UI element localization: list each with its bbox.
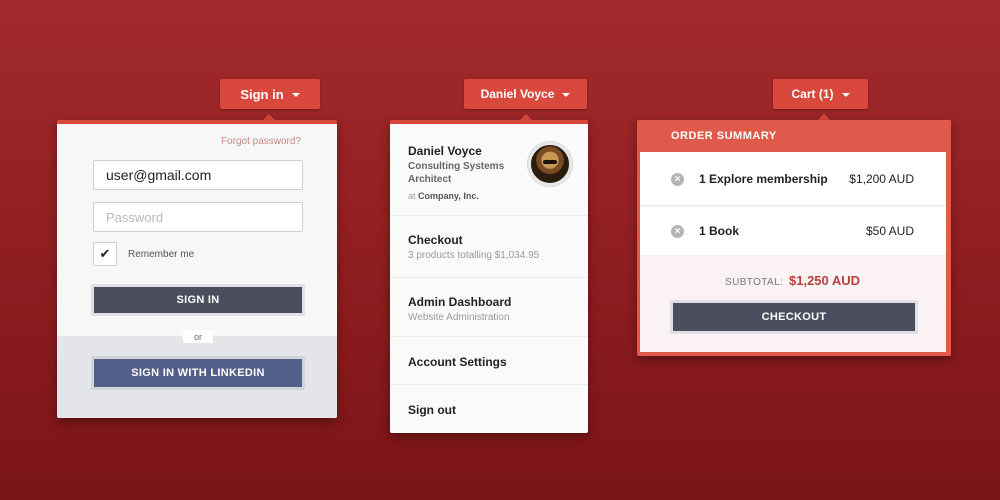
remember-me-label: Remember me bbox=[128, 249, 195, 260]
user-menu-trigger-button[interactable]: Daniel Voyce bbox=[464, 79, 587, 109]
remove-item-icon[interactable]: × bbox=[671, 173, 684, 186]
order-summary-heading: ORDER SUMMARY bbox=[671, 130, 777, 142]
menu-item-title: Checkout bbox=[408, 233, 463, 247]
profile-company: at Company, Inc. bbox=[408, 191, 588, 201]
menu-item-account-settings[interactable]: Account Settings bbox=[390, 337, 588, 385]
avatar[interactable] bbox=[528, 142, 572, 186]
menu-item-admin-dashboard[interactable]: Admin Dashboard Website Administration bbox=[390, 278, 588, 337]
caret-down-icon bbox=[291, 93, 300, 97]
cart-item-price: $50 AUD bbox=[865, 224, 914, 238]
cart-trigger-label: Cart (1) bbox=[791, 87, 834, 101]
company-name: Company, Inc. bbox=[418, 191, 479, 201]
checkmark-icon: ✔ bbox=[99, 246, 111, 261]
social-signin-area: SIGN IN WITH LINKEDIN bbox=[57, 336, 337, 418]
cart-item-name: 1 Book bbox=[699, 224, 740, 238]
remember-me-checkbox[interactable]: ✔ bbox=[93, 242, 117, 266]
menu-item-title: Account Settings bbox=[408, 355, 507, 369]
subtotal-value: $1,250 AUD bbox=[789, 273, 861, 288]
profile-header: Daniel Voyce Consulting Systems Architec… bbox=[390, 124, 588, 216]
user-dropdown-panel: Daniel Voyce Consulting Systems Architec… bbox=[390, 120, 588, 433]
menu-item-subtitle: Website Administration bbox=[408, 312, 510, 323]
remove-item-icon[interactable]: × bbox=[671, 225, 684, 238]
user-menu-trigger-label: Daniel Voyce bbox=[480, 87, 555, 101]
cart-item-price: $1,200 AUD bbox=[849, 172, 914, 186]
cart-trigger-button[interactable]: Cart (1) bbox=[773, 79, 868, 109]
signin-trigger-button[interactable]: Sign in bbox=[220, 79, 320, 109]
sign-in-button[interactable]: SIGN IN bbox=[91, 284, 305, 316]
cart-item: × 1 Explore membership $1,200 AUD bbox=[640, 152, 946, 206]
menu-item-subtitle: 3 products totalling $1,034.95 bbox=[408, 250, 540, 261]
cart-content: × 1 Explore membership $1,200 AUD × 1 Bo… bbox=[640, 152, 946, 352]
email-field[interactable] bbox=[93, 160, 303, 190]
caret-down-icon bbox=[562, 93, 571, 97]
menu-item-title: Sign out bbox=[408, 403, 456, 417]
company-prefix: at bbox=[408, 191, 419, 201]
signin-trigger-label: Sign in bbox=[240, 86, 284, 102]
cart-item: × 1 Book $50 AUD bbox=[640, 207, 946, 256]
signin-form-area: Forgot password? ✔ Remember me SIGN IN bbox=[57, 124, 337, 336]
menu-item-sign-out[interactable]: Sign out bbox=[390, 385, 588, 433]
password-field[interactable] bbox=[93, 202, 303, 232]
menu-item-title: Admin Dashboard bbox=[408, 295, 512, 309]
forgot-password-link[interactable]: Forgot password? bbox=[221, 136, 301, 147]
cart-dropdown-panel: ORDER SUMMARY × 1 Explore membership $1,… bbox=[637, 120, 951, 356]
caret-down-icon bbox=[841, 93, 850, 97]
sign-in-linkedin-button[interactable]: SIGN IN WITH LINKEDIN bbox=[91, 356, 305, 390]
subtotal-label: SUBTOTAL: bbox=[725, 277, 784, 288]
signin-dropdown-panel: Forgot password? ✔ Remember me SIGN IN S… bbox=[57, 120, 337, 418]
or-divider: or bbox=[183, 330, 213, 343]
menu-item-checkout[interactable]: Checkout 3 products totalling $1,034.95 bbox=[390, 216, 588, 278]
checkout-button[interactable]: CHECKOUT bbox=[670, 300, 918, 334]
cart-item-name: 1 Explore membership bbox=[699, 172, 828, 186]
profile-role: Consulting Systems Architect bbox=[408, 161, 505, 185]
